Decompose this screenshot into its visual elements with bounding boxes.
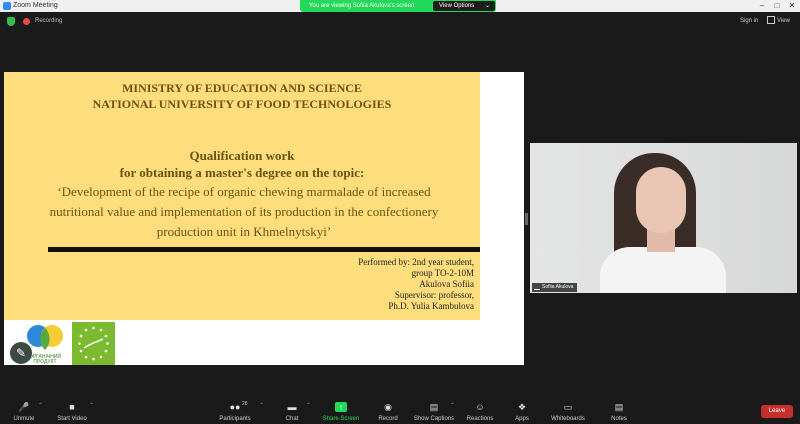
viewing-banner: You are viewing Sofiia Akulova's screen …	[300, 0, 496, 12]
qual-line1: Qualification work	[189, 148, 295, 163]
whiteboard-icon: ▭	[563, 402, 573, 412]
view-options-label: View Options	[439, 3, 475, 9]
notes-button[interactable]: ▤ Notes	[596, 398, 642, 424]
recording-icon	[23, 18, 30, 25]
viewing-message: You are viewing Sofiia Akulova's screen	[309, 3, 415, 9]
window-title: Zoom Meeting	[13, 2, 58, 9]
record-icon: ◉	[384, 402, 392, 412]
participants-caret[interactable]: ⌃	[259, 402, 264, 409]
close-icon[interactable]: ✕	[785, 0, 799, 12]
performer-line: Performed by: 2nd year student,	[358, 257, 474, 267]
reactions-icon: ☺	[475, 402, 485, 412]
minimize-icon[interactable]: –	[755, 0, 769, 12]
participants-label: Participants	[219, 416, 251, 422]
eu-organic-logo	[72, 322, 115, 365]
view-label: View	[777, 18, 790, 24]
whiteboards-button[interactable]: ▭ Whiteboards	[545, 398, 591, 424]
slide-org: MINISTRY OF EDUCATION AND SCIENCE NATION…	[4, 80, 480, 112]
maximize-icon[interactable]: □	[770, 0, 784, 12]
meeting-toolbar: 🎤 Unmute ⌃ ■ Start Video ⌃ ●● 28 Partici…	[0, 398, 800, 424]
split-view-handle[interactable]	[525, 213, 528, 225]
whiteboards-label: Whiteboards	[551, 416, 585, 422]
participants-icon: ●●	[229, 402, 241, 412]
record-label: Record	[378, 416, 398, 422]
recording-label: Recording	[35, 18, 63, 24]
reactions-label: Reactions	[466, 416, 494, 422]
start-video-label: Start Video	[57, 416, 87, 422]
video-off-icon: ■	[69, 402, 75, 412]
share-screen-icon: ↑	[335, 402, 347, 412]
leave-button[interactable]: Leave	[761, 405, 793, 418]
chat-caret[interactable]: ⌃	[306, 402, 311, 409]
shared-screen: MINISTRY OF EDUCATION AND SCIENCE NATION…	[4, 72, 524, 365]
captions-caret[interactable]: ⌃	[450, 402, 455, 409]
notes-label: Notes	[611, 416, 627, 422]
participant-name: Sofiia Akulova	[542, 284, 574, 290]
share-screen-button[interactable]: ↑ Share Screen	[318, 398, 364, 424]
apps-button[interactable]: ❖ Apps	[499, 398, 545, 424]
apps-label: Apps	[515, 416, 529, 422]
share-screen-label: Share Screen	[322, 416, 360, 422]
microphone-muted-icon: 🎤	[18, 402, 30, 412]
view-options-button[interactable]: View Options ⌄	[433, 1, 495, 11]
apps-icon: ❖	[517, 402, 527, 412]
chevron-down-icon: ⌄	[484, 3, 490, 9]
participant-face	[636, 167, 686, 233]
reactions-button[interactable]: ☺ Reactions	[457, 398, 503, 424]
captions-icon: ▤	[429, 402, 439, 412]
video-options-caret[interactable]: ⌃	[89, 402, 94, 409]
show-captions-label: Show Captions	[413, 416, 455, 422]
performer-line: Supervisor: professor,	[394, 290, 474, 300]
org-line1: MINISTRY OF EDUCATION AND SCIENCE	[122, 81, 362, 95]
slide-divider	[48, 247, 480, 252]
org-line2: NATIONAL UNIVERSITY OF FOOD TECHNOLOGIES	[92, 97, 392, 111]
participants-button[interactable]: ●● 28 Participants	[212, 398, 258, 424]
qual-line2: for obtaining a master's degree on the t…	[119, 165, 365, 180]
signal-icon	[534, 284, 540, 290]
participant-video-tile[interactable]: Sofiia Akulova	[530, 143, 797, 293]
performer-line: Akulova Sofiia	[419, 279, 474, 289]
sign-in-link[interactable]: Sign in	[740, 17, 758, 26]
performer-line: Ph.D. Yulia Kambulova	[388, 301, 474, 311]
notes-icon: ▤	[614, 402, 624, 412]
chat-label: Chat	[285, 416, 299, 422]
zoom-app-icon	[3, 2, 11, 10]
security-shield-icon[interactable]	[7, 17, 15, 26]
record-button[interactable]: ◉ Record	[365, 398, 411, 424]
performer-line: group TO-2-10M	[411, 268, 474, 278]
grid-view-icon	[767, 16, 775, 25]
audio-options-caret[interactable]: ⌃	[38, 402, 43, 409]
chat-icon: ▬	[287, 402, 297, 412]
performer-block: Performed by: 2nd year student, group TO…	[358, 257, 474, 312]
participants-count: 28	[242, 401, 248, 407]
participant-name-tag: Sofiia Akulova	[532, 283, 578, 292]
unmute-label: Unmute	[13, 416, 35, 422]
annotate-pen-icon[interactable]: ✎	[10, 342, 32, 364]
participant-shirt	[600, 247, 726, 293]
view-button[interactable]: View	[767, 16, 790, 26]
slide-topic: ‘Development of the recipe of organic ch…	[49, 184, 439, 239]
